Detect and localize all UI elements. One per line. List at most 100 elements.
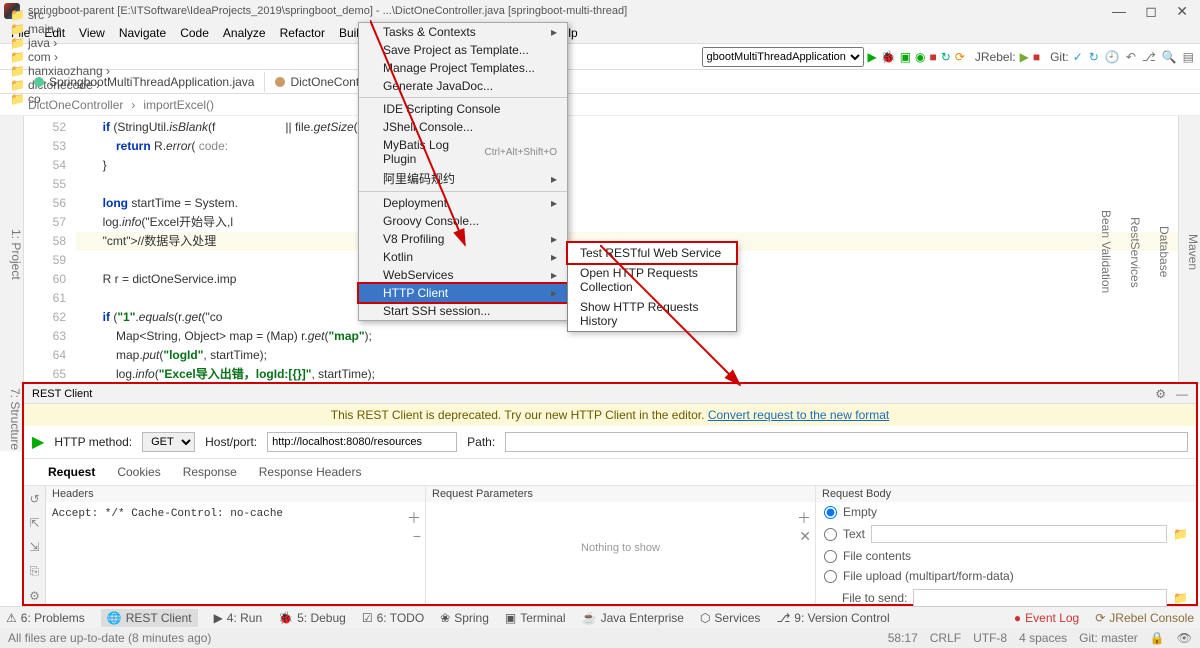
response-tab[interactable]: Response xyxy=(181,463,239,481)
java-enterprise-tab[interactable]: ☕ Java Enterprise xyxy=(582,611,684,625)
indent[interactable]: 4 spaces xyxy=(1019,631,1067,645)
menu-analyze[interactable]: Analyze xyxy=(216,24,273,42)
maven-tool[interactable]: Maven xyxy=(1186,122,1200,382)
tools-item-mybatis-log-plugin[interactable]: MyBatis Log PluginCtrl+Alt+Shift+O xyxy=(359,136,567,168)
gear-icon[interactable]: ⚙ xyxy=(1155,387,1166,401)
show-http-history-item[interactable]: Show HTTP Requests History xyxy=(568,297,736,331)
encoding[interactable]: UTF-8 xyxy=(973,631,1007,645)
crumb-java[interactable]: 📁java › xyxy=(6,36,114,50)
terminal-tab[interactable]: ▣ Terminal xyxy=(505,611,566,625)
coverage-icon[interactable]: ▣ xyxy=(900,50,911,64)
inspect-icon[interactable]: 👁 xyxy=(1177,631,1192,645)
class-crumb[interactable]: DictOneController xyxy=(28,98,123,112)
remove-param-button[interactable]: ✕ xyxy=(799,528,811,545)
history-icon[interactable]: ↺ xyxy=(29,492,39,506)
version-control-tab[interactable]: ⎇ 9: Version Control xyxy=(776,611,889,625)
stop-icon[interactable]: ■ xyxy=(930,50,937,64)
restservices-tool[interactable]: RestServices xyxy=(1128,122,1142,382)
tools-item-deployment[interactable]: Deployment▸ xyxy=(359,194,567,212)
gear2-icon[interactable]: ⚙ xyxy=(29,589,40,603)
import-icon[interactable]: ⇲ xyxy=(29,540,39,554)
run-tab[interactable]: ▶ 4: Run xyxy=(214,611,263,625)
minimize-panel-icon[interactable]: — xyxy=(1176,387,1188,401)
tools-item-manage-project-templates-[interactable]: Manage Project Templates... xyxy=(359,59,567,77)
response-headers-tab[interactable]: Response Headers xyxy=(257,463,364,481)
beanvalidation-tool[interactable]: Bean Validation xyxy=(1099,122,1113,382)
crumb-com[interactable]: 📁com › xyxy=(6,50,114,64)
tab-springboot-app[interactable]: SpringbootMultiThreadApplication.java xyxy=(24,72,265,92)
git-update-icon[interactable]: ✓ xyxy=(1073,50,1083,64)
tools-item-jshell-console-[interactable]: JShell Console... xyxy=(359,118,567,136)
tools-item-save-project-as-template-[interactable]: Save Project as Template... xyxy=(359,41,567,59)
maximize-icon[interactable]: ◻ xyxy=(1145,3,1157,19)
todo-tab[interactable]: ☑ 6: TODO xyxy=(362,611,424,625)
remove-header-button[interactable]: − xyxy=(413,528,421,544)
http-method-select[interactable]: GET xyxy=(142,432,195,452)
file-to-send-field[interactable] xyxy=(913,589,1167,607)
tools-item-kotlin[interactable]: Kotlin▸ xyxy=(359,248,567,266)
host-input[interactable] xyxy=(267,432,457,452)
tools-item-ide-scripting-console[interactable]: IDE Scripting Console xyxy=(359,100,567,118)
cursor-position[interactable]: 58:17 xyxy=(888,631,918,645)
line-sep[interactable]: CRLF xyxy=(930,631,961,645)
git-revert-icon[interactable]: ↶ xyxy=(1126,50,1136,64)
search-icon[interactable]: 🔍 xyxy=(1162,50,1177,64)
git-history-icon[interactable]: 🕘 xyxy=(1105,50,1120,64)
hotswap-icon[interactable]: ⟳ xyxy=(955,50,965,64)
menu-code[interactable]: Code xyxy=(173,24,216,42)
minimize-icon[interactable]: — xyxy=(1112,3,1126,19)
rerun-icon[interactable]: ↻ xyxy=(941,50,951,64)
close-icon[interactable]: ✕ xyxy=(1176,3,1188,19)
cookies-tab[interactable]: Cookies xyxy=(115,463,162,481)
folder2-icon[interactable]: 📁 xyxy=(1173,591,1188,605)
body-text-field[interactable] xyxy=(871,525,1167,543)
run-icon[interactable]: ▶ xyxy=(868,50,877,64)
add-param-button[interactable]: ＋ xyxy=(797,508,811,528)
convert-request-link[interactable]: Convert request to the new format xyxy=(708,408,889,422)
services-tab[interactable]: ⬡ Services xyxy=(700,611,761,625)
crumb-src[interactable]: 📁src › xyxy=(6,8,114,22)
tools-item-http-client[interactable]: HTTP Client▸ xyxy=(357,282,569,304)
jrebel-console-tab[interactable]: ⟳ JRebel Console xyxy=(1095,611,1194,625)
rest-client-tab[interactable]: 🌐 REST Client xyxy=(101,609,198,627)
test-restful-item[interactable]: Test RESTful Web Service xyxy=(566,241,738,265)
settings-icon[interactable]: ▤ xyxy=(1183,50,1194,64)
headers-textarea[interactable]: Accept: */* Cache-Control: no-cache xyxy=(46,502,425,526)
menu-navigate[interactable]: Navigate xyxy=(112,24,173,42)
send-request-button[interactable]: ▶ xyxy=(32,432,44,452)
request-tab[interactable]: Request xyxy=(46,463,97,481)
lock-icon[interactable]: 🔒 xyxy=(1150,631,1165,645)
http-client-submenu[interactable]: Test RESTful Web Service Open HTTP Reque… xyxy=(567,242,737,332)
body-filecontents-radio[interactable] xyxy=(824,550,837,563)
run-config-select[interactable]: gbootMultiThreadApplication xyxy=(702,47,864,67)
structure-tool[interactable]: 7: Structure xyxy=(8,388,22,451)
tools-item-v8-profiling[interactable]: V8 Profiling▸ xyxy=(359,230,567,248)
body-text-radio[interactable] xyxy=(824,528,837,541)
path-input[interactable] xyxy=(505,432,1188,452)
git-commit-icon[interactable]: ↻ xyxy=(1089,50,1099,64)
debug-tab[interactable]: 🐞 5: Debug xyxy=(278,611,346,625)
body-fileupload-radio[interactable] xyxy=(824,570,837,583)
profile-icon[interactable]: ◉ xyxy=(915,50,925,64)
tools-item-groovy-console-[interactable]: Groovy Console... xyxy=(359,212,567,230)
debug-icon[interactable]: 🐞 xyxy=(881,50,896,64)
crumb-main[interactable]: 📁main › xyxy=(6,22,114,36)
spring-tab[interactable]: ❀ Spring xyxy=(440,611,489,625)
tools-item-generate-javadoc-[interactable]: Generate JavaDoc... xyxy=(359,77,567,95)
body-empty-radio[interactable] xyxy=(824,506,837,519)
tools-menu-dropdown[interactable]: Tasks & Contexts▸Save Project as Templat… xyxy=(358,22,568,321)
database-tool[interactable]: Database xyxy=(1157,122,1171,382)
menu-refactor[interactable]: Refactor xyxy=(273,24,332,42)
export-icon[interactable]: ⇱ xyxy=(29,516,39,530)
problems-tab[interactable]: ⚠ 6: Problems xyxy=(6,611,85,625)
tools-item-tasks-contexts[interactable]: Tasks & Contexts▸ xyxy=(359,23,567,41)
folder-icon[interactable]: 📁 xyxy=(1173,527,1188,541)
event-log-tab[interactable]: ● Event Log xyxy=(1014,611,1079,625)
jr-debug-icon[interactable]: ■ xyxy=(1033,50,1040,64)
method-crumb[interactable]: importExcel() xyxy=(143,98,214,112)
git-branches-icon[interactable]: ⎇ xyxy=(1142,50,1156,64)
copy-icon[interactable]: ⎘ xyxy=(30,564,40,579)
jr-run-icon[interactable]: ▶ xyxy=(1020,50,1029,64)
git-status[interactable]: Git: master xyxy=(1079,631,1138,645)
project-tool[interactable]: 1: Project xyxy=(9,126,23,382)
